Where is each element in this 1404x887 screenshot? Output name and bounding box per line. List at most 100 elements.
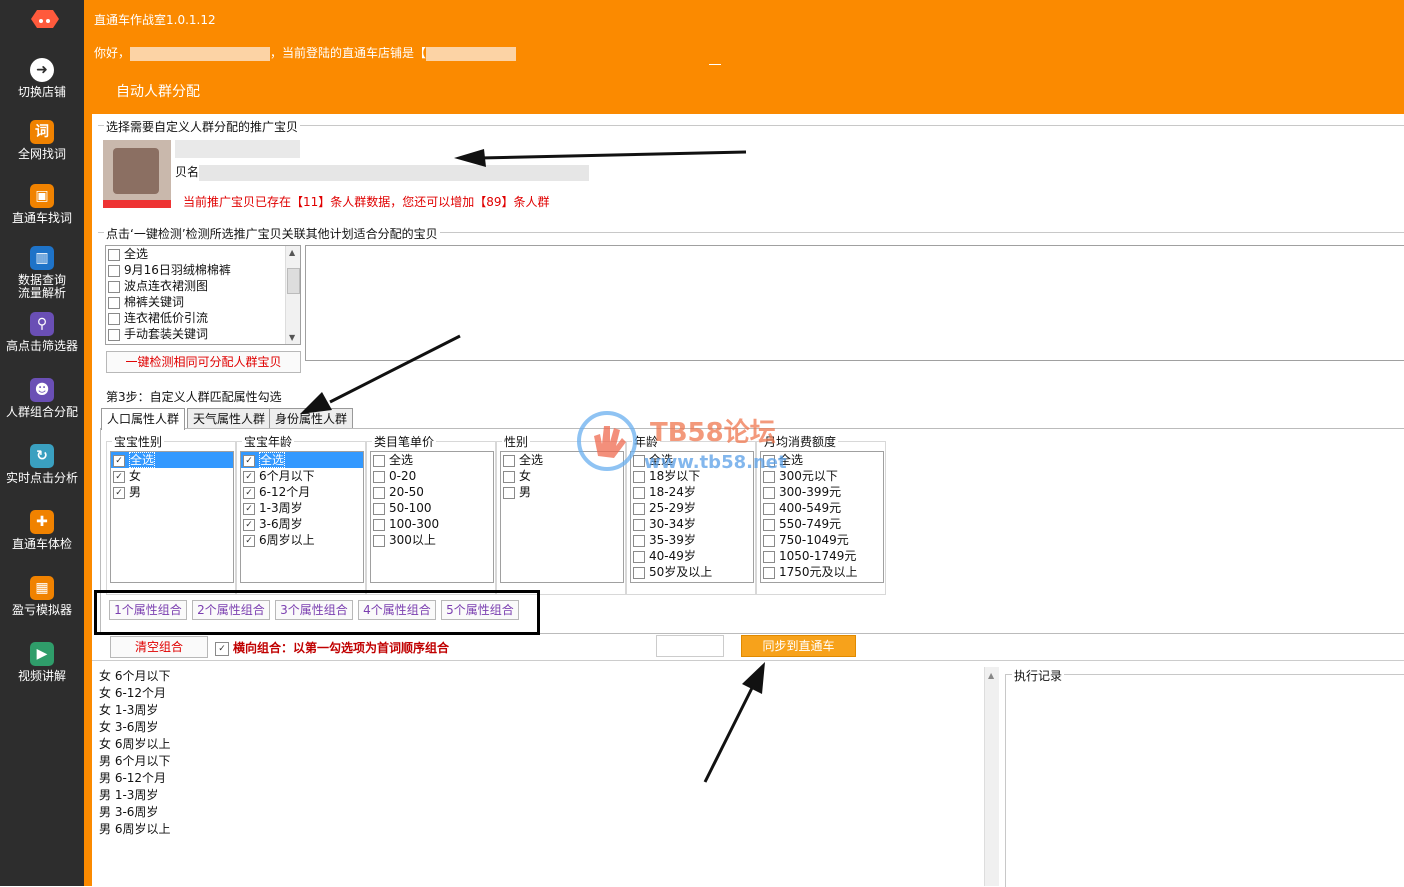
sidebar-item-7[interactable]: ✚ 直通车体检 bbox=[0, 510, 84, 551]
attr-option[interactable]: 50-100 bbox=[371, 500, 493, 516]
attr-option[interactable]: ✓ 全选 bbox=[111, 452, 233, 468]
plan-list-item[interactable]: 手动套装关键词 bbox=[106, 326, 300, 342]
attr-option[interactable]: 35-39岁 bbox=[631, 532, 753, 548]
sidebar-item-1[interactable]: 词全网找词 bbox=[0, 120, 84, 161]
sidebar-item-9[interactable]: ▶ 视频讲解 bbox=[0, 642, 84, 683]
attr-checkbox[interactable]: ✓ bbox=[243, 502, 255, 515]
tab-0[interactable]: 人口属性人群 bbox=[101, 408, 186, 430]
attr-option[interactable]: 男 bbox=[501, 484, 623, 500]
attr-checkbox[interactable] bbox=[633, 502, 645, 515]
plan-checkbox[interactable] bbox=[108, 296, 120, 309]
attr-checkbox[interactable] bbox=[503, 454, 515, 467]
sync-to-ztc-button[interactable]: 同步到直通车 bbox=[741, 635, 856, 657]
sidebar-item-6[interactable]: ↻ 实时点击分析 bbox=[0, 444, 84, 485]
sidebar-item-0[interactable]: ➜ 切换店铺 bbox=[0, 58, 84, 99]
attr-checkbox[interactable] bbox=[763, 518, 775, 531]
attr-checkbox[interactable]: ✓ bbox=[243, 470, 255, 483]
attr-option-list[interactable]: ✓ 全选 ✓ 女 ✓ 男 bbox=[110, 451, 234, 583]
count-input[interactable] bbox=[656, 635, 724, 657]
horizontal-combo-option[interactable]: ✓ 横向组合：以第一勾选项为首词顺序组合 bbox=[215, 639, 449, 656]
attr-checkbox[interactable] bbox=[633, 518, 645, 531]
attr-checkbox[interactable]: ✓ bbox=[243, 518, 255, 531]
attr-checkbox[interactable] bbox=[503, 470, 515, 483]
results-scrollbar[interactable]: ▲ bbox=[984, 667, 999, 886]
attr-checkbox[interactable]: ✓ bbox=[243, 486, 255, 499]
sidebar-item-8[interactable]: ▦ 盈亏模拟器 bbox=[0, 576, 84, 617]
attr-option[interactable]: ✓ 6个月以下 bbox=[241, 468, 363, 484]
attr-option[interactable]: ✓ 3-6周岁 bbox=[241, 516, 363, 532]
combo-button-3[interactable]: 3个属性组合 bbox=[275, 600, 353, 620]
attr-option[interactable]: 300-399元 bbox=[761, 484, 883, 500]
attr-checkbox[interactable] bbox=[633, 550, 645, 563]
attr-option-list[interactable]: 全选 0-20 20-50 50-100 100-300 300以上 bbox=[370, 451, 494, 583]
plan-list-item[interactable]: 连衣裙低价引流 bbox=[106, 310, 300, 326]
attr-checkbox[interactable]: ✓ bbox=[243, 454, 255, 467]
combo-button-4[interactable]: 4个属性组合 bbox=[358, 600, 436, 620]
plan-list-scrollbar[interactable]: ▲ ▼ bbox=[285, 246, 300, 344]
attr-checkbox[interactable]: ✓ bbox=[113, 470, 125, 483]
combo-button-1[interactable]: 1个属性组合 bbox=[109, 600, 187, 620]
attr-option[interactable]: 750-1049元 bbox=[761, 532, 883, 548]
attr-option[interactable]: 全选 bbox=[371, 452, 493, 468]
tab-1[interactable]: 天气属性人群 bbox=[187, 408, 272, 430]
combination-results[interactable]: 女 6个月以下女 6-12个月女 1-3周岁女 3-6周岁女 6周岁以上男 6个… bbox=[96, 667, 976, 886]
plan-checkbox[interactable] bbox=[108, 248, 120, 261]
attr-checkbox[interactable] bbox=[373, 502, 385, 515]
attr-checkbox[interactable] bbox=[373, 486, 385, 499]
plan-list-item[interactable]: 波点连衣裙测图 bbox=[106, 278, 300, 294]
attr-option[interactable]: 18-24岁 bbox=[631, 484, 753, 500]
attr-option[interactable]: 40-49岁 bbox=[631, 548, 753, 564]
attr-option[interactable]: ✓ 6-12个月 bbox=[241, 484, 363, 500]
horizontal-combo-checkbox[interactable]: ✓ bbox=[215, 641, 229, 656]
plan-list-item[interactable]: 棉裤关键词 bbox=[106, 294, 300, 310]
plan-checkbox[interactable] bbox=[108, 280, 120, 293]
product-thumbnail[interactable] bbox=[103, 140, 171, 208]
attr-option[interactable]: 400-549元 bbox=[761, 500, 883, 516]
plan-checkbox[interactable] bbox=[108, 328, 120, 341]
attr-checkbox[interactable] bbox=[373, 454, 385, 467]
attr-option[interactable]: 550-749元 bbox=[761, 516, 883, 532]
attr-checkbox[interactable] bbox=[503, 486, 515, 499]
attr-checkbox[interactable] bbox=[373, 518, 385, 531]
attr-checkbox[interactable]: ✓ bbox=[113, 486, 125, 499]
attr-option[interactable]: 300以上 bbox=[371, 532, 493, 548]
attr-checkbox[interactable]: ✓ bbox=[243, 534, 255, 547]
plan-list-item[interactable]: 9月16日羽绒棉棉裤 bbox=[106, 262, 300, 278]
attr-option[interactable]: 25-29岁 bbox=[631, 500, 753, 516]
clear-combination-button[interactable]: 清空组合 bbox=[110, 636, 208, 658]
attr-option[interactable]: 1050-1749元 bbox=[761, 548, 883, 564]
detect-button[interactable]: 一键检测相同可分配人群宝贝 bbox=[106, 351, 301, 373]
sidebar-item-5[interactable]: ☻ 人群组合分配 bbox=[0, 378, 84, 419]
detect-result-area[interactable] bbox=[305, 245, 1404, 361]
attr-option[interactable]: ✓ 男 bbox=[111, 484, 233, 500]
attr-option[interactable]: ✓ 6周岁以上 bbox=[241, 532, 363, 548]
attr-option[interactable]: 20-50 bbox=[371, 484, 493, 500]
attr-checkbox[interactable] bbox=[633, 534, 645, 547]
attr-option[interactable]: 50岁及以上 bbox=[631, 564, 753, 580]
sidebar-item-3[interactable]: ▥ 数据查询 流量解析 bbox=[0, 246, 84, 300]
attr-option[interactable]: ✓ 1-3周岁 bbox=[241, 500, 363, 516]
attr-checkbox[interactable] bbox=[763, 502, 775, 515]
combo-button-5[interactable]: 5个属性组合 bbox=[441, 600, 519, 620]
tab-2[interactable]: 身份属性人群 bbox=[269, 408, 354, 430]
attr-option[interactable]: 0-20 bbox=[371, 468, 493, 484]
attr-checkbox[interactable] bbox=[633, 486, 645, 499]
attr-checkbox[interactable] bbox=[763, 566, 775, 579]
plan-list[interactable]: 全选 9月16日羽绒棉棉裤 波点连衣裙测图 棉裤关键词 连衣裙低价引流 手动套装关键词 ▲… bbox=[105, 245, 301, 345]
attr-option[interactable]: ✓ 女 bbox=[111, 468, 233, 484]
attr-option-list[interactable]: ✓ 全选 ✓ 6个月以下 ✓ 6-12个月 ✓ 1-3周岁 ✓ 3-6周岁 ✓ 6周岁以上 bbox=[240, 451, 364, 583]
attr-checkbox[interactable] bbox=[763, 534, 775, 547]
attr-checkbox[interactable] bbox=[633, 566, 645, 579]
attr-option[interactable]: 30-34岁 bbox=[631, 516, 753, 532]
attr-checkbox[interactable]: ✓ bbox=[113, 454, 125, 467]
sidebar-item-4[interactable]: ⚲ 高点击筛选器 bbox=[0, 312, 84, 353]
plan-list-item[interactable]: 全选 bbox=[106, 246, 300, 262]
plan-checkbox[interactable] bbox=[108, 264, 120, 277]
combo-button-2[interactable]: 2个属性组合 bbox=[192, 600, 270, 620]
plan-checkbox[interactable] bbox=[108, 312, 120, 325]
attr-option[interactable]: 100-300 bbox=[371, 516, 493, 532]
attr-checkbox[interactable] bbox=[373, 534, 385, 547]
sidebar-item-2[interactable]: ▣ 直通车找词 bbox=[0, 184, 84, 225]
attr-checkbox[interactable] bbox=[763, 486, 775, 499]
attr-checkbox[interactable] bbox=[763, 550, 775, 563]
